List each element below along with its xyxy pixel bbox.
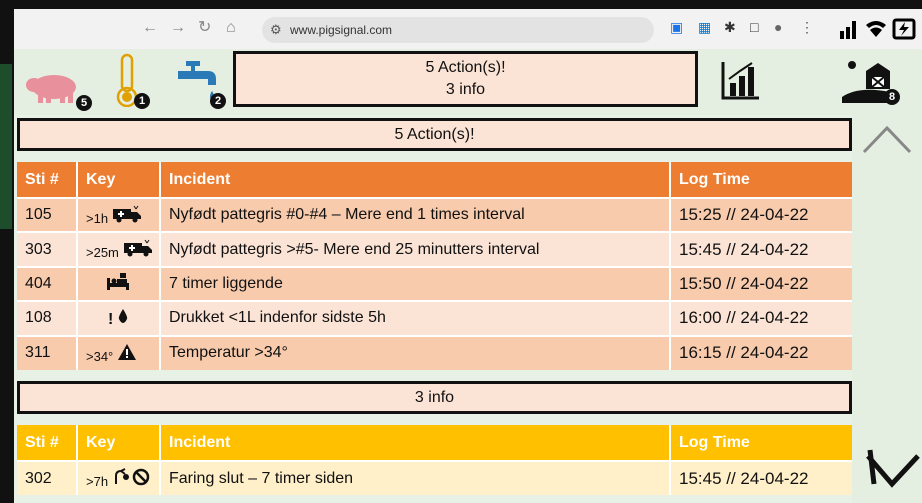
profile-icon[interactable]: ●: [774, 19, 782, 35]
actions-table: Sti # Key Incident Log Time 105 >1h Nyfø…: [17, 162, 852, 370]
key-cell: >1h: [77, 196, 161, 233]
ambulance-icon: [112, 205, 141, 223]
log-time-cell: 15:25 // 24-04-22: [670, 196, 852, 233]
column-header-key: Key: [77, 425, 161, 461]
sti-cell: 404: [17, 265, 78, 302]
table-row[interactable]: 404 7 timer liggende 15:50 // 24-04-22: [17, 265, 852, 302]
reload-icon[interactable]: ↻: [198, 20, 211, 36]
back-icon[interactable]: ←: [142, 20, 158, 36]
log-time-cell: 15:50 // 24-04-22: [670, 265, 852, 302]
incident-cell: Drukket <1L indenfor sidste 5h: [160, 300, 671, 336]
water-count-badge: 2: [210, 93, 226, 109]
scroll-panel: [852, 115, 922, 503]
key-text: !: [108, 310, 114, 328]
barn-icon[interactable]: 8: [840, 57, 900, 108]
background-strip: [0, 64, 12, 229]
bed-icon: [107, 273, 129, 291]
url-text: www.pigsignal.com: [290, 23, 393, 37]
browser-toolbar: ← → ↻ ⌂ ⚙ www.pigsignal.com ▣ ▦ ✱ □ ● ⋮: [14, 9, 922, 49]
log-time-cell: 16:00 // 24-04-22: [670, 300, 852, 336]
app-screen: ← → ↻ ⌂ ⚙ www.pigsignal.com ▣ ▦ ✱ □ ● ⋮: [0, 0, 922, 503]
key-cell: >34°: [77, 334, 161, 370]
table-row[interactable]: 108 ! Drukket <1L indenfor sidste 5h 16:…: [17, 300, 852, 336]
windows-icon[interactable]: ▦: [698, 19, 711, 35]
water-drop-icon: [118, 308, 128, 323]
no-farrowing-icon: [114, 468, 149, 486]
table-row[interactable]: 303 >25m Nyfødt pattegris >#5- Mere end …: [17, 231, 852, 267]
ambulance-icon: [123, 239, 152, 257]
address-bar[interactable]: ⚙ www.pigsignal.com: [262, 17, 654, 43]
alarm-summary-box[interactable]: 5 Action(s)! 3 info: [233, 51, 698, 107]
site-info-icon[interactable]: ⚙: [270, 22, 282, 38]
translate-icon[interactable]: ▣: [670, 19, 683, 35]
scroll-up-chevron-icon[interactable]: [860, 120, 914, 160]
column-header-log-time: Log Time: [670, 425, 852, 461]
log-time-cell: 16:15 // 24-04-22: [670, 334, 852, 370]
sti-cell: 108: [17, 300, 78, 336]
incident-cell: Temperatur >34°: [160, 334, 671, 370]
info-section-title: 3 info: [17, 381, 852, 414]
column-header-incident: Incident: [160, 425, 671, 461]
scroll-down-chevron-icon[interactable]: [864, 446, 922, 492]
incident-cell: 7 timer liggende: [160, 265, 671, 302]
key-cell: [77, 265, 161, 302]
table-row[interactable]: 311 >34° Temperatur >34° 16:15 // 24-04-…: [17, 334, 852, 370]
status-icons: [838, 15, 918, 47]
key-cell: >7h: [77, 459, 161, 496]
water-tap-icon[interactable]: 2: [174, 59, 226, 114]
chart-icon[interactable]: [720, 59, 762, 106]
column-header-log-time: Log Time: [670, 162, 852, 198]
table-row[interactable]: 302 >7h Faring slut – 7 timer siden 15:4…: [17, 459, 852, 496]
table-row[interactable]: 105 >1h Nyfødt pattegris #0-#4 – Mere en…: [17, 196, 852, 233]
window-icon[interactable]: □: [750, 19, 758, 35]
warning-icon: [117, 343, 136, 360]
table-header-row: Sti # Key Incident Log Time: [17, 425, 852, 461]
key-cell: !: [77, 300, 161, 336]
column-header-incident: Incident: [160, 162, 671, 198]
key-text: >7h: [86, 474, 109, 490]
key-text: >1h: [86, 210, 109, 226]
column-header-key: Key: [77, 162, 161, 198]
column-header-sti: Sti #: [17, 162, 78, 198]
sti-cell: 302: [17, 459, 78, 496]
key-text: >34°: [86, 348, 114, 364]
barn-count-badge: 8: [884, 89, 900, 105]
sti-cell: 311: [17, 334, 78, 370]
pig-count-badge: 5: [76, 95, 92, 111]
thermometer-icon[interactable]: 1: [114, 53, 150, 112]
summary-actions: 5 Action(s)!: [425, 59, 506, 76]
key-text: >25m: [86, 245, 119, 261]
device-frame-top: [0, 0, 922, 9]
sti-cell: 105: [17, 196, 78, 233]
signal-wifi-battery-icon: [840, 18, 916, 40]
info-table: Sti # Key Incident Log Time 302 >7h Fari…: [17, 425, 852, 496]
actions-section-title: 5 Action(s)!: [17, 118, 852, 151]
incident-cell: Nyfødt pattegris #0-#4 – Mere end 1 time…: [160, 196, 671, 233]
log-time-cell: 15:45 // 24-04-22: [670, 459, 852, 496]
temperature-count-badge: 1: [134, 93, 150, 109]
menu-icon[interactable]: ⋮: [800, 19, 814, 35]
sti-cell: 303: [17, 231, 78, 267]
log-time-cell: 15:45 // 24-04-22: [670, 231, 852, 267]
home-icon[interactable]: ⌂: [226, 20, 236, 36]
incident-cell: Nyfødt pattegris >#5- Mere end 25 minutt…: [160, 231, 671, 267]
forward-icon[interactable]: →: [170, 20, 186, 36]
incident-cell: Faring slut – 7 timer siden: [160, 459, 671, 496]
column-header-sti: Sti #: [17, 425, 78, 461]
key-cell: >25m: [77, 231, 161, 267]
summary-info: 3 info: [445, 81, 486, 98]
table-header-row: Sti # Key Incident Log Time: [17, 162, 852, 198]
extensions-icon[interactable]: ✱: [724, 19, 736, 35]
pig-icon[interactable]: 5: [24, 67, 92, 112]
